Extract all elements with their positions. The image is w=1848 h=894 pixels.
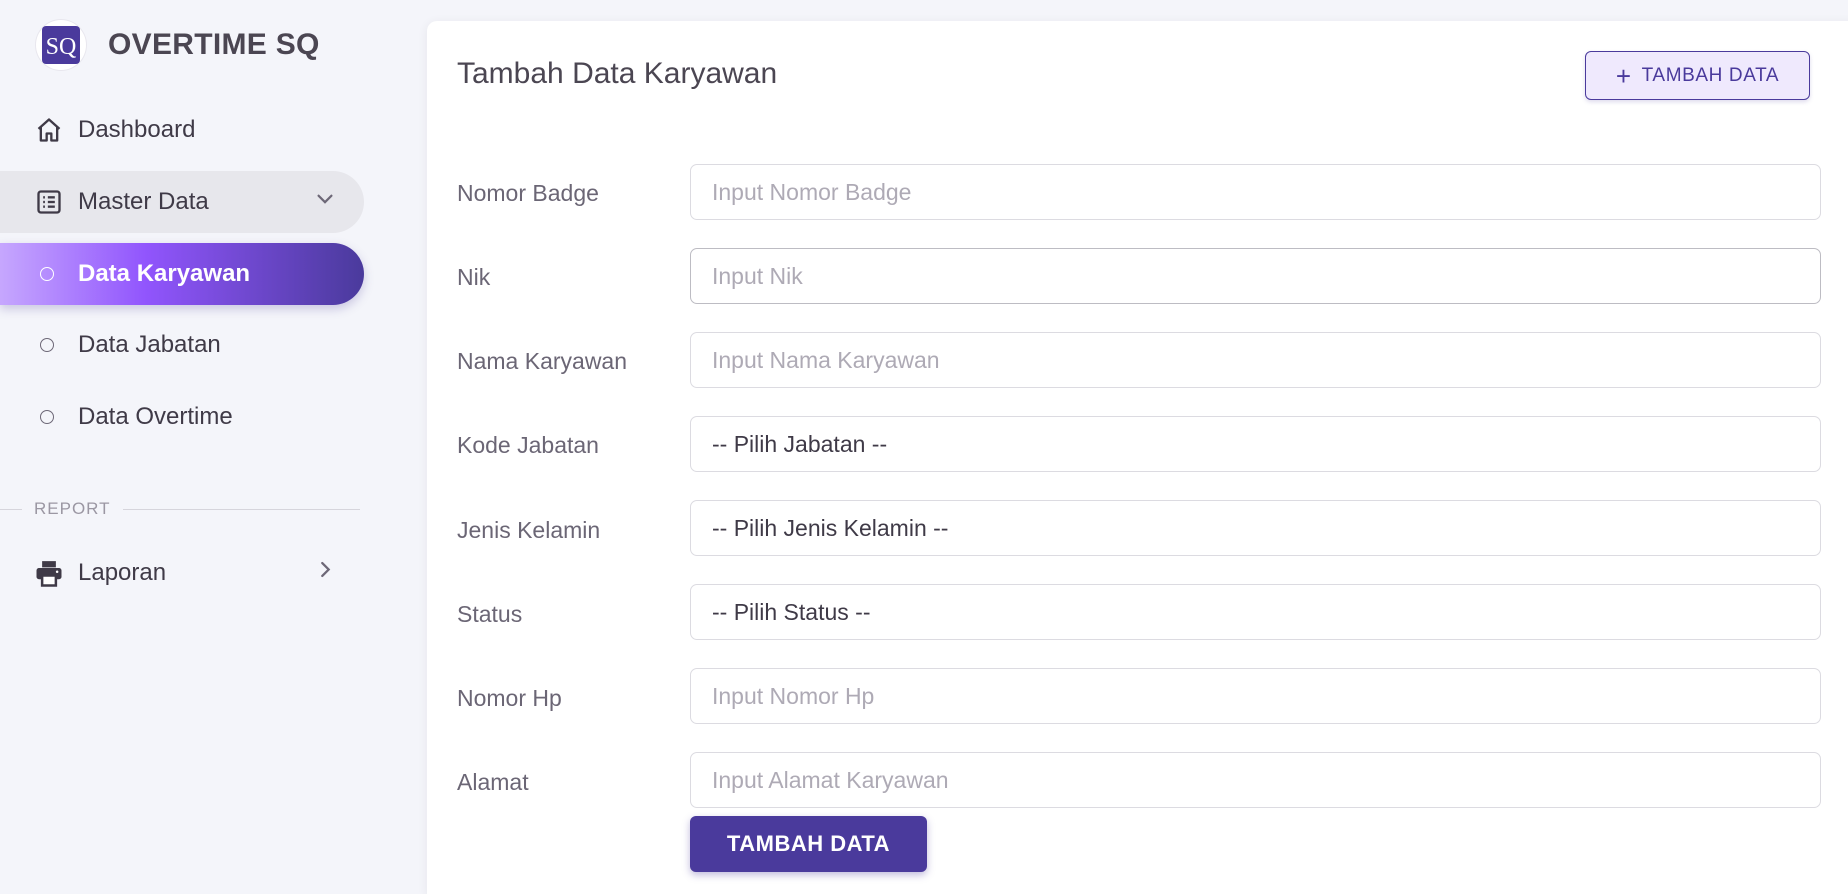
sidebar: SQ OVERTIME SQ Dashboard Master Data Dat… bbox=[0, 0, 370, 894]
select-value: -- Pilih Status -- bbox=[712, 598, 871, 625]
sidebar-item-master-data[interactable]: Master Data bbox=[0, 171, 364, 233]
sidebar-item-label: Dashboard bbox=[78, 116, 196, 143]
list-icon bbox=[32, 185, 66, 219]
status-select[interactable]: -- Pilih Status -- bbox=[690, 584, 1821, 640]
sidebar-item-label: Data Overtime bbox=[78, 403, 233, 430]
sidebar-item-label: Laporan bbox=[78, 559, 167, 586]
sidebar-item-data-jabatan[interactable]: Data Jabatan bbox=[0, 314, 364, 376]
nik-input[interactable]: Input Nik bbox=[690, 248, 1821, 304]
nomor-hp-input[interactable]: Input Nomor Hp bbox=[690, 668, 1821, 724]
section-header-report: REPORT bbox=[0, 497, 360, 521]
divider bbox=[122, 508, 360, 510]
select-value: -- Pilih Jenis Kelamin -- bbox=[712, 514, 949, 541]
select-value: -- Pilih Jabatan -- bbox=[712, 430, 888, 457]
label-nomor-hp: Nomor Hp bbox=[457, 684, 562, 711]
button-label: TAMBAH DATA bbox=[726, 831, 891, 856]
sidebar-item-laporan[interactable]: Laporan bbox=[0, 542, 364, 604]
circle-icon bbox=[40, 338, 54, 352]
chevron-right-icon bbox=[314, 559, 336, 588]
circle-icon bbox=[40, 410, 54, 424]
circle-icon bbox=[40, 267, 54, 281]
nomor-badge-input[interactable]: Input Nomor Badge bbox=[690, 164, 1821, 220]
brand[interactable]: SQ OVERTIME SQ bbox=[36, 14, 320, 76]
nama-karyawan-input[interactable]: Input Nama Karyawan bbox=[690, 332, 1821, 388]
label-nomor-badge: Nomor Badge bbox=[457, 179, 599, 206]
label-jenis-kelamin: Jenis Kelamin bbox=[457, 516, 601, 543]
sidebar-item-dashboard[interactable]: Dashboard bbox=[0, 99, 364, 161]
label-kode-jabatan: Kode Jabatan bbox=[457, 431, 599, 458]
label-status: Status bbox=[457, 600, 523, 627]
label-alamat: Alamat bbox=[457, 768, 529, 795]
kode-jabatan-select[interactable]: -- Pilih Jabatan -- bbox=[690, 416, 1821, 472]
sidebar-item-data-karyawan[interactable]: Data Karyawan bbox=[0, 243, 364, 305]
placeholder-text: Input Nomor Hp bbox=[712, 682, 875, 709]
plus-icon: + bbox=[1615, 60, 1632, 91]
sidebar-item-label: Master Data bbox=[78, 188, 209, 215]
label-nik: Nik bbox=[457, 263, 491, 290]
jenis-kelamin-select[interactable]: -- Pilih Jenis Kelamin -- bbox=[690, 500, 1821, 556]
placeholder-text: Input Nama Karyawan bbox=[712, 346, 940, 373]
home-icon bbox=[32, 113, 66, 147]
label-nama-karyawan: Nama Karyawan bbox=[457, 347, 628, 374]
brand-title: OVERTIME SQ bbox=[108, 28, 320, 61]
placeholder-text: Input Nik bbox=[712, 262, 803, 289]
sidebar-item-label: Data Karyawan bbox=[78, 260, 251, 287]
placeholder-text: Input Nomor Badge bbox=[712, 178, 912, 205]
section-label: REPORT bbox=[34, 499, 111, 518]
svg-text:SQ: SQ bbox=[46, 34, 77, 60]
placeholder-text: Input Alamat Karyawan bbox=[712, 766, 949, 793]
divider bbox=[0, 508, 22, 510]
sidebar-item-data-overtime[interactable]: Data Overtime bbox=[0, 386, 364, 448]
submit-tambah-data-button[interactable]: TAMBAH DATA bbox=[690, 816, 927, 872]
logo: SQ bbox=[36, 20, 86, 70]
alamat-input[interactable]: Input Alamat Karyawan bbox=[690, 752, 1821, 808]
printer-icon bbox=[32, 556, 66, 590]
button-label: TAMBAH DATA bbox=[1641, 64, 1780, 86]
tambah-data-header-button[interactable]: + TAMBAH DATA bbox=[1585, 51, 1810, 100]
chevron-down-icon bbox=[314, 188, 336, 217]
form-card: Tambah Data Karyawan + TAMBAH DATA Nomor… bbox=[427, 21, 1848, 894]
page-title: Tambah Data Karyawan bbox=[457, 57, 778, 90]
sidebar-item-label: Data Jabatan bbox=[78, 331, 221, 358]
